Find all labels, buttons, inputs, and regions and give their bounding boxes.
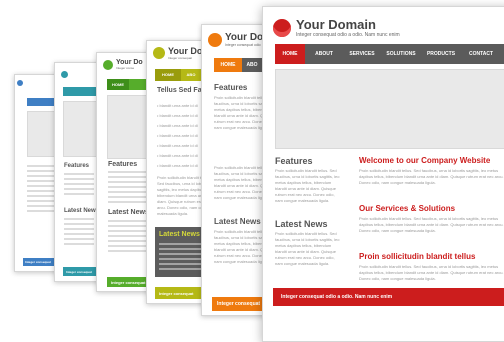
features-heading: Features	[64, 163, 90, 169]
tagline: Integer consequat	[168, 56, 193, 60]
site-title: Your Domain	[296, 17, 376, 32]
bullet-item: • blandit urna ante id di	[157, 103, 198, 108]
logo: Your Domain Integer consequat odio a odi…	[273, 17, 400, 38]
nav-home[interactable]: HOME	[214, 58, 242, 72]
nav-products[interactable]: PRODUCTS	[421, 44, 461, 64]
text-lines	[64, 173, 94, 198]
text-lines	[64, 218, 94, 248]
logo: Your Do Integer consequat	[153, 46, 202, 60]
features-heading: Features	[275, 156, 313, 166]
section-text: Proin sollicitudin blandit tellus. Sed f…	[359, 264, 504, 281]
bullet-item: • blandit urna ante id di	[157, 163, 198, 168]
section-text: Proin sollicitudin blandit tellus. Sed f…	[359, 168, 504, 185]
tagline: Integer conse	[116, 66, 135, 70]
logo-icon	[153, 47, 165, 59]
bullet-item: • blandit urna ante id di	[157, 133, 198, 138]
bullet-list: • blandit urna ante id di • blandit urna…	[157, 101, 198, 171]
bullet-item: • blandit urna ante id di	[157, 153, 198, 158]
features-heading: Features	[108, 161, 138, 168]
logo-icon	[208, 32, 222, 47]
section-heading-welcome: Welcome to our Company Website	[359, 156, 491, 165]
template-preview-red[interactable]: Your Domain Integer consequat odio a odi…	[262, 6, 504, 342]
text-lines	[108, 220, 148, 255]
latest-news-heading: Latest News	[275, 219, 328, 229]
tagline: Integer consequat odio a odio. Nam nunc …	[296, 32, 400, 38]
section-heading-proin: Proin sollicitudin blandit tellus	[359, 252, 476, 261]
logo: Your Do Integer conse	[103, 59, 143, 70]
nav-contact[interactable]: CONTACT	[461, 44, 501, 64]
nav-services[interactable]: SERVICES	[343, 44, 381, 64]
site-title: Your Do	[168, 46, 203, 56]
nav-home[interactable]: HOME	[275, 44, 305, 64]
logo-icon	[61, 71, 68, 78]
news-text: Proin sollicitudin blandit tellus. Sed f…	[275, 231, 340, 266]
section-heading-services: Our Services & Solutions	[359, 204, 456, 213]
banner	[275, 69, 504, 149]
site-title: Your Do	[116, 59, 143, 66]
nav-solutions[interactable]: SOLUTIONS	[381, 44, 421, 64]
nav-about[interactable]: ABO	[181, 69, 201, 81]
nav-home[interactable]: HOME	[155, 69, 181, 81]
text-lines	[108, 171, 148, 206]
nav-about[interactable]: ABO	[242, 58, 262, 72]
logo-icon	[17, 80, 23, 86]
logo-icon	[103, 59, 113, 70]
latest-news-heading: Latest News	[214, 217, 261, 226]
logo	[17, 80, 23, 86]
bullet-item: • blandit urna ante id di	[157, 123, 198, 128]
bullet-item: • blandit urna ante id di	[157, 143, 198, 148]
bullet-item: • blandit urna ante id di	[157, 113, 198, 118]
section-text: Proin sollicitudin blandit tellus. Sed f…	[359, 216, 504, 233]
nav-about[interactable]: ABOUT	[305, 44, 343, 64]
logo-icon	[273, 18, 291, 37]
tellus-heading: Tellus Sed Fa	[157, 87, 202, 94]
latest-news-heading: Latest News	[108, 209, 149, 216]
nav-home[interactable]: HOME	[107, 79, 129, 90]
features-heading: Features	[214, 83, 248, 92]
latest-news-heading: Latest News	[159, 231, 200, 238]
features-text: Proin sollicitudin blandit tellus. Sed f…	[275, 168, 340, 203]
nav-bar: HOME ABOUT SERVICES SOLUTIONS PRODUCTS C…	[275, 44, 504, 64]
footer-bar: Integer consequat odio a odio. Nam nunc …	[273, 288, 504, 306]
logo	[61, 71, 68, 78]
text-lines	[27, 165, 57, 215]
latest-news-heading: Latest News	[64, 208, 100, 214]
